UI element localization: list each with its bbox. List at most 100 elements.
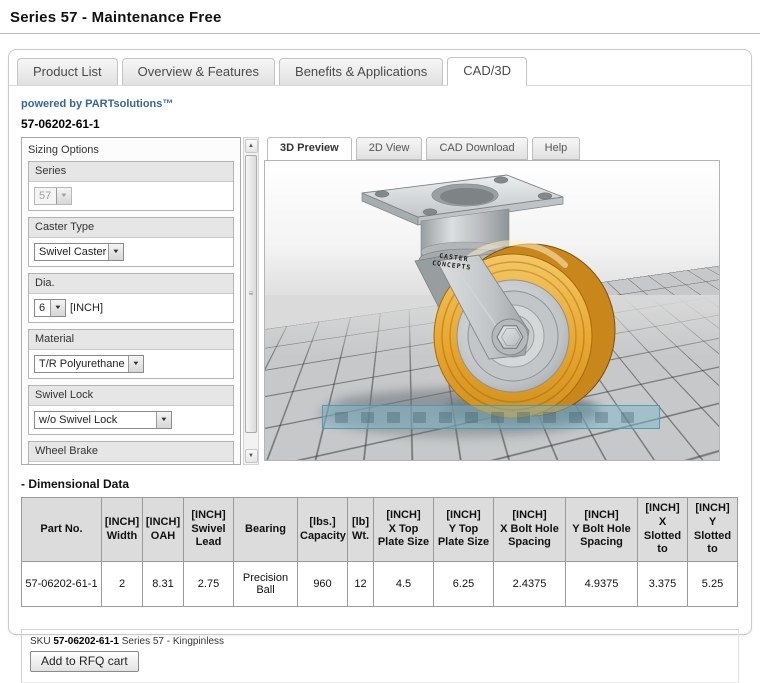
tab-3d-preview[interactable]: 3D Preview xyxy=(267,137,352,161)
configured-part-number: 57-06202-61-1 xyxy=(21,117,100,131)
tab-overview-features[interactable]: Overview & Features xyxy=(121,58,276,85)
option-group-series: Series 57 ▼ xyxy=(28,161,234,211)
viewer-tool-icon[interactable] xyxy=(621,411,634,423)
option-label: Swivel Lock xyxy=(29,386,233,406)
swivel-lock-select[interactable]: w/o Swivel Lock ▼ xyxy=(34,411,172,429)
title-divider xyxy=(0,33,760,34)
cell-bearing: Precision Ball xyxy=(233,561,298,607)
sizing-options-title: Sizing Options xyxy=(28,144,99,156)
option-group-dia: Dia. 6 ▼ [INCH] xyxy=(28,273,234,323)
viewer-tool-icon[interactable] xyxy=(361,411,374,423)
scrollbar-thumb[interactable]: ≡ xyxy=(245,155,257,433)
select-value: Swivel Caster xyxy=(39,246,107,258)
caster-type-select[interactable]: Swivel Caster ▼ xyxy=(34,243,124,261)
unit-label: [INCH] xyxy=(70,302,103,314)
viewer-tool-icon[interactable] xyxy=(543,411,556,423)
col-x-slotted: [INCH] X Slotted to xyxy=(637,497,688,562)
select-value: 6 xyxy=(39,302,46,314)
viewer-tool-icon[interactable] xyxy=(439,411,452,423)
chevron-down-icon: ▼ xyxy=(128,356,143,372)
option-label: Series xyxy=(29,162,233,182)
chevron-down-icon: ▼ xyxy=(50,300,65,316)
sizing-scrollbar[interactable]: ▲ ≡ ▼ xyxy=(243,137,259,465)
material-select[interactable]: T/R Polyurethane ▼ xyxy=(34,355,144,373)
col-oah: [INCH] OAH xyxy=(142,497,184,562)
preview-panel: 3D Preview 2D View CAD Download Help CAS… xyxy=(264,137,722,465)
dimensional-data-title: - Dimensional Data xyxy=(21,477,130,491)
cell-swivel-lead: 2.75 xyxy=(183,561,234,607)
scroll-up-icon: ▲ xyxy=(248,143,254,149)
col-y-top-plate: [INCH] Y Top Plate Size xyxy=(433,497,494,562)
sizing-options-panel: Sizing Options Series 57 ▼ Caster Type S… xyxy=(21,137,259,465)
cell-y-top-plate: 6.25 xyxy=(433,561,494,607)
powered-by-link[interactable]: powered by PARTsolutions™ xyxy=(21,98,739,110)
viewer-tool-icon[interactable] xyxy=(335,411,348,423)
cell-x-bolt-hole: 2.4375 xyxy=(493,561,566,607)
col-y-bolt-hole: [INCH] Y Bolt Hole Spacing xyxy=(565,497,638,562)
viewer-tool-icon[interactable] xyxy=(595,411,608,423)
table-header-row: Part No. [INCH] Width [INCH] OAH [INCH] … xyxy=(21,497,738,562)
chevron-down-icon: ▼ xyxy=(156,412,171,428)
option-label: Dia. xyxy=(29,274,233,294)
main-panel: Product List Overview & Features Benefit… xyxy=(8,49,752,683)
cell-oah: 8.31 xyxy=(142,561,184,607)
col-x-bolt-hole: [INCH] X Bolt Hole Spacing xyxy=(493,497,566,562)
cell-width: 2 xyxy=(101,561,143,607)
tab-product-list[interactable]: Product List xyxy=(17,58,118,85)
cell-y-bolt-hole: 4.9375 xyxy=(565,561,638,607)
table-row: 57-06202-61-1 2 8.31 2.75 Precision Ball… xyxy=(21,561,738,607)
cad3d-content: powered by PARTsolutions™ 57-06202-61-1 … xyxy=(9,86,751,683)
select-value: T/R Polyurethane xyxy=(39,358,125,370)
viewer-tool-icon[interactable] xyxy=(387,411,400,423)
cell-capacity: 960 xyxy=(297,561,348,607)
select-value: w/o Swivel Lock xyxy=(39,414,118,426)
tab-cad-3d[interactable]: CAD/3D xyxy=(447,57,527,86)
col-part-no: Part No. xyxy=(21,497,102,562)
sizing-options-scrollarea: Sizing Options Series 57 ▼ Caster Type S… xyxy=(21,137,241,465)
cell-x-slotted: 3.375 xyxy=(637,561,688,607)
viewer-tool-icon[interactable] xyxy=(413,411,426,423)
series-select[interactable]: 57 ▼ xyxy=(34,187,72,205)
col-capacity: [lbs.] Capacity xyxy=(297,497,348,562)
col-width: [INCH] Width xyxy=(101,497,143,562)
scroll-up-button[interactable]: ▲ xyxy=(244,139,258,153)
cell-x-top-plate: 4.5 xyxy=(373,561,434,607)
scroll-down-icon: ▼ xyxy=(248,453,254,459)
3d-viewport[interactable]: CASTER CONCEPTS xyxy=(264,160,720,461)
tab-benefits-applications[interactable]: Benefits & Applications xyxy=(279,58,444,85)
viewer-tool-icon[interactable] xyxy=(517,411,530,423)
viewer-tool-icon[interactable] xyxy=(465,411,478,423)
option-group-caster-type: Caster Type Swivel Caster ▼ xyxy=(28,217,234,267)
option-group-material: Material T/R Polyurethane ▼ xyxy=(28,329,234,379)
select-value: 57 xyxy=(39,190,52,202)
col-bearing: Bearing xyxy=(233,497,298,562)
viewer-toolbar[interactable] xyxy=(322,405,660,429)
dia-select[interactable]: 6 ▼ xyxy=(34,299,66,317)
col-y-slotted: [INCH] Y Slotted to xyxy=(687,497,738,562)
caster-axle-nut xyxy=(491,318,529,356)
cell-wt: 12 xyxy=(347,561,374,607)
tab-help[interactable]: Help xyxy=(531,137,581,160)
chevron-down-icon: ▼ xyxy=(108,244,123,260)
rfq-section: SKU 57-06202-61-1 Series 57 - Kingpinles… xyxy=(21,629,739,683)
cell-y-slotted: 5.25 xyxy=(687,561,738,607)
col-wt: [lb] Wt. xyxy=(347,497,374,562)
col-swivel-lead: [INCH] Swivel Lead xyxy=(183,497,234,562)
preview-tabbar: 3D Preview 2D View CAD Download Help xyxy=(264,137,722,161)
option-label: Material xyxy=(29,330,233,350)
viewer-tool-icon[interactable] xyxy=(491,411,504,423)
tab-cad-download[interactable]: CAD Download xyxy=(426,137,528,160)
page-title: Series 57 - Maintenance Free xyxy=(10,9,222,26)
viewer-tool-icon[interactable] xyxy=(569,411,582,423)
add-to-rfq-cart-button[interactable]: Add to RFQ cart xyxy=(30,651,139,672)
cell-part-no: 57-06202-61-1 xyxy=(21,561,102,607)
dimensional-data-table: Part No. [INCH] Width [INCH] OAH [INCH] … xyxy=(21,497,738,607)
option-group-swivel-lock: Swivel Lock w/o Swivel Lock ▼ xyxy=(28,385,234,435)
main-tabbar: Product List Overview & Features Benefit… xyxy=(9,50,751,86)
col-x-top-plate: [INCH] X Top Plate Size xyxy=(373,497,434,562)
chevron-down-icon: ▼ xyxy=(56,188,71,204)
option-label: Caster Type xyxy=(29,218,233,238)
scroll-down-button[interactable]: ▼ xyxy=(244,449,258,463)
tab-2d-view[interactable]: 2D View xyxy=(355,137,423,160)
option-group-wheel-brake: Wheel Brake w/o Wheel Brake ▼ xyxy=(28,441,234,464)
